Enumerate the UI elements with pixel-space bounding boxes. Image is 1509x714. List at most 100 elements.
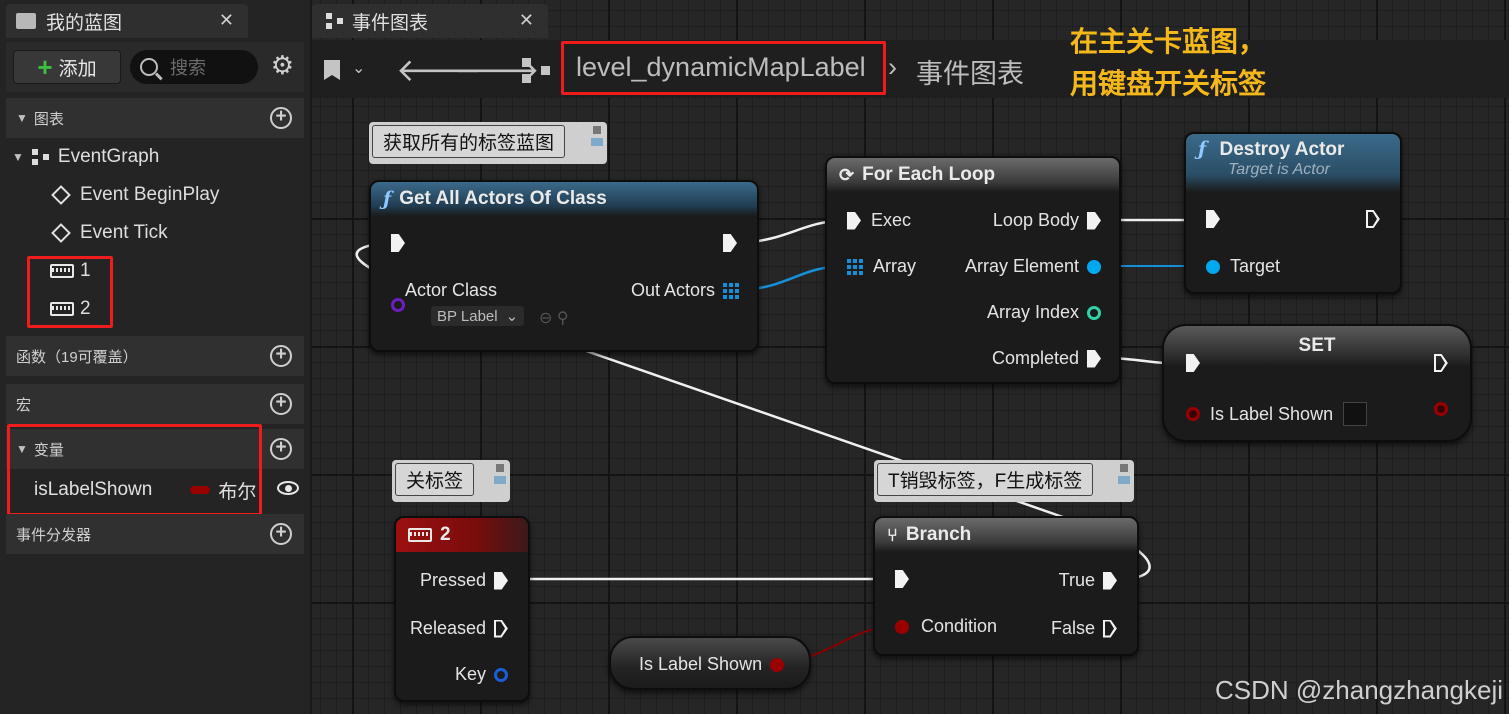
node-destroy-actor[interactable]: ƒ Destroy Actor Target is Actor Target: [1184, 132, 1402, 294]
comment-text: 关标签: [395, 463, 475, 496]
exec-pin-icon: [723, 234, 737, 252]
false-pin[interactable]: False: [1051, 618, 1117, 639]
pressed-pin[interactable]: Pressed: [420, 570, 508, 591]
class-value: BP Label: [437, 307, 498, 325]
chevron-down-icon: ⌄: [505, 308, 519, 325]
pin-label: Released: [409, 618, 486, 638]
exec-pin-icon: [847, 211, 861, 230]
released-pin[interactable]: Released: [410, 618, 508, 639]
int-pin-icon: [1087, 305, 1101, 320]
exec-in-pin[interactable]: Exec: [847, 210, 911, 231]
exec-pin-icon: [1366, 210, 1380, 228]
node-header: 2: [396, 518, 528, 552]
exec-pin-icon: [494, 571, 508, 590]
bool-pin-icon: [1434, 402, 1448, 416]
key-pin[interactable]: Key: [455, 664, 508, 685]
pin-label: Array Element: [964, 256, 1079, 276]
exec-pin-icon: [391, 234, 405, 252]
struct-pin-icon: [494, 667, 508, 682]
array-pin[interactable]: Array: [847, 256, 916, 277]
pin-label: Condition: [921, 616, 998, 636]
array-pin-icon: [723, 282, 739, 299]
comment-branch-note[interactable]: T销毁标签，F生成标签: [874, 460, 1134, 502]
exec-pin-icon: [494, 620, 508, 638]
pin-label: True: [1058, 570, 1095, 590]
pin-label: Pressed: [419, 570, 486, 590]
completed-pin[interactable]: Completed: [992, 348, 1101, 369]
pin-label: Array: [873, 256, 917, 276]
node-for-each-loop[interactable]: ⟳ For Each Loop Exec Array Loop Body Arr…: [825, 156, 1121, 384]
exec-pin-icon: [1206, 210, 1220, 228]
true-pin[interactable]: True: [1059, 570, 1117, 591]
branch-icon: ⑂: [887, 524, 898, 545]
pin-label: Completed: [991, 348, 1079, 368]
pin-label: Loop Body: [992, 210, 1079, 230]
actor-class-dropdown[interactable]: BP Label ⌄: [431, 306, 525, 326]
node-header: SET: [1164, 326, 1470, 366]
node-set-variable[interactable]: SET Is Label Shown: [1162, 324, 1472, 442]
comment-close-label[interactable]: 关标签: [392, 460, 510, 502]
pin-label: Is Label Shown: [1210, 403, 1334, 424]
pin-label: Array Index: [986, 302, 1079, 322]
pin-label: Actor Class: [405, 280, 498, 300]
exec-in-pin[interactable]: [895, 570, 909, 588]
node-header: ƒ Get All Actors Of Class: [371, 182, 757, 216]
exec-pin-icon: [1087, 211, 1101, 230]
is-label-shown-in-pin[interactable]: Is Label Shown: [1186, 402, 1368, 426]
checkbox[interactable]: [1343, 402, 1368, 426]
condition-pin[interactable]: Condition: [895, 616, 997, 637]
is-label-shown-out-pin[interactable]: Is Label Shown: [639, 654, 785, 675]
array-index-pin[interactable]: Array Index: [987, 302, 1101, 323]
exec-in-pin[interactable]: [391, 234, 405, 252]
pin-label: False: [1050, 618, 1095, 638]
comment-text: T销毁标签，F生成标签: [877, 463, 1094, 496]
bool-pin-icon: [770, 657, 785, 672]
function-icon: ƒ: [383, 188, 392, 210]
exec-pin-icon: [1186, 354, 1200, 372]
class-pin-icon: [391, 297, 405, 312]
browse-icons[interactable]: ⊖ ⚲: [539, 308, 569, 328]
pin-comment-icon[interactable]: [1118, 464, 1130, 486]
comment-get-actors[interactable]: 获取所有的标签蓝图: [369, 122, 607, 164]
is-label-shown-out-pin[interactable]: [1434, 402, 1448, 416]
exec-pin-icon: [1087, 349, 1101, 368]
object-pin-icon: [1087, 259, 1101, 274]
function-icon: ƒ: [1198, 138, 1207, 160]
node-header: ƒ Destroy Actor Target is Actor: [1186, 134, 1400, 192]
exec-pin-icon: [1103, 620, 1117, 638]
bool-pin-icon: [895, 619, 909, 634]
node-title: For Each Loop: [862, 164, 996, 185]
node-title: Branch: [905, 524, 972, 545]
node-title: Get All Actors Of Class: [399, 188, 607, 209]
comment-text: 获取所有的标签蓝图: [372, 125, 566, 158]
exec-in-pin[interactable]: [1206, 210, 1220, 228]
array-element-pin[interactable]: Array Element: [965, 256, 1101, 277]
object-pin-icon: [1206, 259, 1220, 274]
node-subtitle: Target is Actor: [1228, 161, 1330, 178]
target-pin[interactable]: Target: [1206, 256, 1280, 277]
exec-pin-icon: [1434, 354, 1448, 372]
node-branch[interactable]: ⑂ Branch Condition True False: [873, 516, 1139, 656]
pin-label: Exec: [871, 210, 912, 230]
pin-comment-icon[interactable]: [494, 464, 506, 486]
actor-class-pin[interactable]: Actor Class: [391, 280, 498, 312]
pin-label: Is Label Shown: [639, 654, 763, 674]
keyboard-icon: [408, 528, 432, 542]
pin-comment-icon[interactable]: [591, 126, 603, 148]
watermark: CSDN @zhangzhangkeji: [1215, 675, 1503, 705]
out-actors-pin[interactable]: Out Actors: [631, 280, 739, 301]
node-title: 2: [440, 524, 451, 545]
exec-out-pin[interactable]: [1366, 210, 1380, 228]
array-pin-icon: [847, 258, 863, 275]
node-key-2-event[interactable]: 2 Pressed Released Key: [394, 516, 530, 702]
node-get-all-actors-of-class[interactable]: ƒ Get All Actors Of Class Actor Class BP…: [369, 180, 759, 352]
exec-pin-icon: [1103, 571, 1117, 590]
node-header: ⟳ For Each Loop: [827, 158, 1119, 192]
exec-pin-icon: [895, 570, 909, 588]
node-get-is-label-shown[interactable]: Is Label Shown: [609, 636, 811, 690]
exec-out-pin[interactable]: [723, 234, 737, 252]
exec-out-pin[interactable]: [1434, 354, 1448, 372]
loop-body-pin[interactable]: Loop Body: [993, 210, 1101, 231]
exec-in-pin[interactable]: [1186, 354, 1200, 372]
node-header: ⑂ Branch: [875, 518, 1137, 552]
